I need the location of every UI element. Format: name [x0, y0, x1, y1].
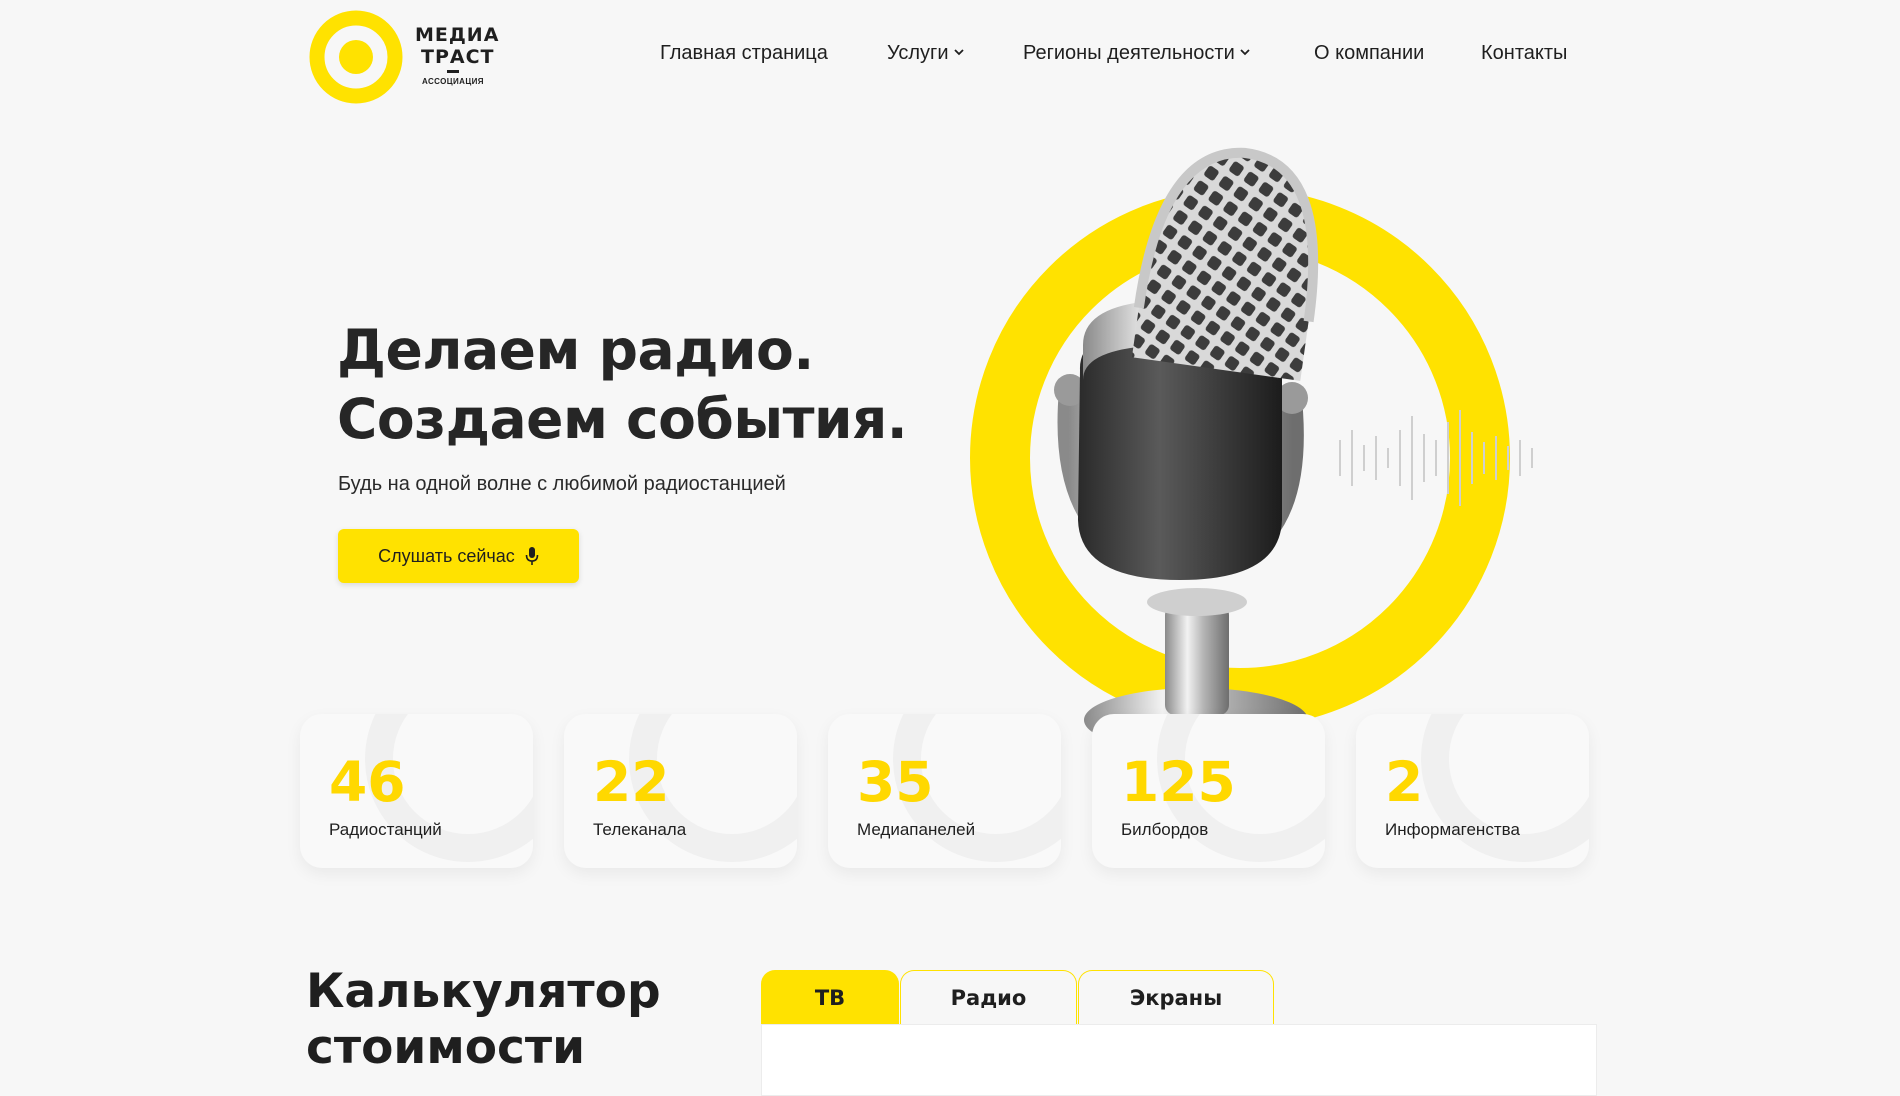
nav-item-label: Главная страница	[660, 42, 828, 64]
microphone-icon	[525, 547, 539, 565]
site-logo[interactable]: МЕДИА ТРАСТ АССОЦИАЦИЯ	[309, 10, 499, 104]
tab-radio[interactable]: Радио	[900, 970, 1077, 1024]
stat-value: 22	[593, 750, 670, 814]
stats-row: 46 Радиостанций 22 Телеканала 35 Медиапа…	[300, 714, 1592, 870]
stat-label: Радиостанций	[329, 820, 442, 839]
listen-now-button[interactable]: Слушать сейчас	[338, 529, 579, 583]
calculator-title: Калькулятор стоимости	[306, 964, 661, 1076]
stat-label: Информагенства	[1385, 820, 1520, 839]
stat-card: 46 Радиостанций	[300, 714, 533, 868]
chevron-down-icon	[1240, 49, 1250, 56]
hero-title-line1: Делаем радио.	[337, 318, 814, 382]
logo-line2: ТРАСТ	[421, 46, 495, 68]
stat-value: 46	[329, 750, 406, 814]
calculator-title-line1: Калькулятор	[306, 964, 661, 1019]
tab-screens[interactable]: Экраны	[1078, 970, 1274, 1024]
hero-title: Делаем радио. Создаем события.	[337, 316, 908, 454]
stat-label: Билбордов	[1121, 820, 1209, 839]
stat-card: 125 Билбордов	[1092, 714, 1325, 868]
calculator-title-line2: стоимости	[306, 1020, 586, 1075]
logo-wordmark: МЕДИА ТРАСТ АССОЦИАЦИЯ	[415, 24, 499, 86]
logo-dash	[447, 70, 459, 73]
stat-card: 22 Телеканала	[564, 714, 797, 868]
nav-item-services[interactable]: Услуги	[887, 42, 964, 65]
nav-item-label: Услуги	[887, 42, 949, 64]
logo-subtitle: АССОЦИАЦИЯ	[422, 77, 484, 86]
hero-title-line2: Создаем события.	[337, 387, 908, 451]
microphone-illustration	[970, 141, 1533, 752]
nav-item-contacts[interactable]: Контакты	[1481, 42, 1567, 65]
nav-item-regions[interactable]: Регионы деятельности	[1023, 42, 1250, 65]
hero-subtitle: Будь на одной волне с любимой радиостанц…	[338, 473, 786, 495]
stat-card: 35 Медиапанелей	[828, 714, 1061, 868]
stat-label: Медиапанелей	[857, 820, 976, 839]
tab-label: ТВ	[814, 985, 846, 1010]
tab-label: Экраны	[1129, 985, 1223, 1010]
stat-value: 2	[1385, 750, 1424, 814]
stat-value: 125	[1121, 750, 1236, 814]
calculator-panel	[761, 1024, 1597, 1096]
stat-value: 35	[857, 750, 934, 814]
nav-item-about[interactable]: О компании	[1314, 42, 1424, 65]
nav-item-label: Регионы деятельности	[1023, 42, 1235, 64]
nav-item-label: О компании	[1314, 42, 1425, 64]
logo-line1: МЕДИА	[415, 24, 500, 46]
tab-label: Радио	[950, 985, 1027, 1010]
stat-label: Телеканала	[593, 820, 687, 839]
nav-item-label: Контакты	[1481, 42, 1568, 64]
chevron-down-icon	[953, 49, 964, 56]
listen-now-label: Слушать сейчас	[378, 545, 515, 566]
tab-tv[interactable]: ТВ	[761, 970, 899, 1024]
nav-item-home[interactable]: Главная страница	[660, 42, 828, 65]
yellow-ring-icon	[309, 10, 403, 104]
stat-card: 2 Информагенства	[1356, 714, 1589, 868]
